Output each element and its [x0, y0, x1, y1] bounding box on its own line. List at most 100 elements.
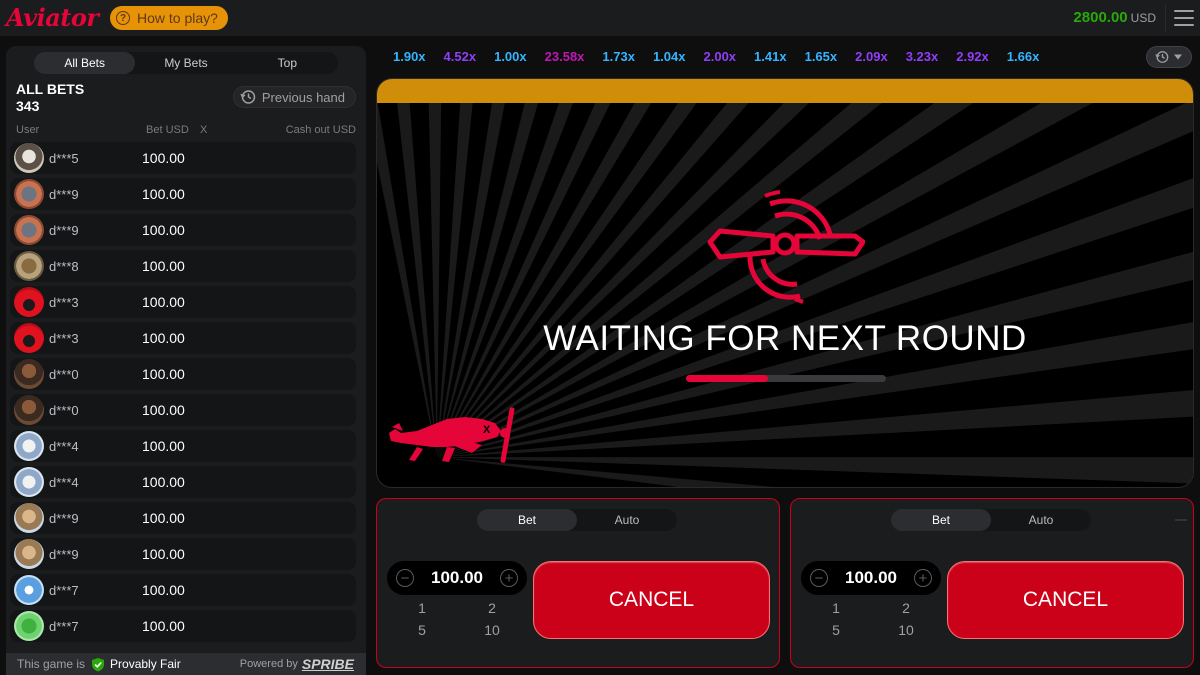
- previous-hand-button[interactable]: Previous hand: [232, 86, 356, 108]
- avatar: [14, 611, 44, 641]
- tab-bet[interactable]: Bet: [477, 509, 577, 531]
- quick-amount-button[interactable]: 5: [801, 621, 871, 639]
- username: d***9: [49, 186, 79, 202]
- multiplier-badge[interactable]: 3.23x: [906, 46, 939, 68]
- multiplier-badge[interactable]: 1.65x: [805, 46, 838, 68]
- username: d***5: [49, 150, 79, 166]
- tab-auto[interactable]: Auto: [577, 509, 677, 531]
- multiplier-badge[interactable]: 1.90x: [393, 46, 426, 68]
- hamburger-menu-icon[interactable]: [1174, 10, 1194, 26]
- tab-my-bets[interactable]: My Bets: [135, 52, 236, 74]
- bet-amount-input[interactable]: 100.00: [845, 568, 897, 588]
- bet-row: d***0 100.00: [10, 358, 356, 390]
- bet-row: d***9 100.00: [10, 538, 356, 570]
- username: d***3: [49, 294, 79, 310]
- plus-icon[interactable]: +: [500, 569, 518, 587]
- quick-amount-button[interactable]: 2: [871, 599, 941, 617]
- cancel-button[interactable]: CANCEL: [947, 561, 1184, 639]
- tab-all-bets[interactable]: All Bets: [34, 52, 136, 74]
- top-bar: Aviator ? How to play? 2800.00 USD: [0, 0, 1200, 36]
- username: d***7: [49, 618, 79, 634]
- avatar: [14, 287, 44, 317]
- svg-text:X: X: [483, 424, 491, 436]
- powered-by: Powered by SPRIBE: [240, 656, 354, 672]
- how-to-play-label: How to play?: [137, 10, 218, 26]
- bet-mode-tabs: Bet Auto: [891, 509, 1091, 531]
- bet-row: d***9 100.00: [10, 214, 356, 246]
- bet-amount: 100.00: [142, 366, 185, 382]
- tab-auto[interactable]: Auto: [991, 509, 1091, 531]
- username: d***7: [49, 582, 79, 598]
- bets-list: d***5 100.00 d***9 100.00 d***9 100.00 d***8 10…: [10, 142, 356, 646]
- bet-amount: 100.00: [142, 294, 185, 310]
- provably-fair-link[interactable]: Provably Fair: [91, 657, 181, 672]
- propeller-loading-icon: [707, 190, 865, 304]
- bets-tabs: All Bets My Bets Top: [34, 52, 338, 74]
- bet-row: d***7 100.00: [10, 574, 356, 606]
- multiplier-badge[interactable]: 23.58x: [545, 46, 585, 68]
- bet-row: d***3 100.00: [10, 286, 356, 318]
- chevron-down-icon: [1174, 54, 1182, 60]
- bet-amount-stepper[interactable]: − 100.00 +: [801, 561, 941, 595]
- quick-amount-button[interactable]: 10: [457, 621, 527, 639]
- username: d***9: [49, 510, 79, 526]
- bet-amount: 100.00: [142, 222, 185, 238]
- multiplier-badge[interactable]: 1.73x: [602, 46, 635, 68]
- bet-amount: 100.00: [142, 474, 185, 490]
- multiplier-badge[interactable]: 2.00x: [704, 46, 737, 68]
- balance-currency: USD: [1130, 11, 1156, 25]
- quick-amount-button[interactable]: 10: [871, 621, 941, 639]
- username: d***9: [49, 546, 79, 562]
- provably-fair-label: Provably Fair: [110, 657, 181, 671]
- multiplier-badge[interactable]: 4.52x: [444, 46, 477, 68]
- history-toggle-button[interactable]: [1146, 46, 1192, 68]
- quick-amount-button[interactable]: 5: [387, 621, 457, 639]
- status-text: WAITING FOR NEXT ROUND: [543, 319, 1027, 358]
- tab-top[interactable]: Top: [237, 52, 338, 74]
- how-to-play-button[interactable]: ? How to play?: [110, 6, 228, 30]
- bet-amount: 100.00: [142, 402, 185, 418]
- divider: [1165, 4, 1166, 32]
- quick-amount-button[interactable]: 2: [457, 599, 527, 617]
- spribe-logo[interactable]: SPRIBE: [302, 656, 354, 672]
- bet-row: d***9 100.00: [10, 178, 356, 210]
- avatar: [14, 431, 44, 461]
- username: d***3: [49, 330, 79, 346]
- background-ray: [436, 457, 1193, 484]
- bet-amount-input[interactable]: 100.00: [431, 568, 483, 588]
- bet-amount: 100.00: [142, 546, 185, 562]
- bet-amount: 100.00: [142, 150, 185, 166]
- footer-prefix: This game is: [17, 657, 86, 671]
- aviator-logo[interactable]: Aviator: [6, 3, 99, 32]
- multiplier-badge[interactable]: 1.41x: [754, 46, 787, 68]
- tab-bet[interactable]: Bet: [891, 509, 991, 531]
- bet-row: d***0 100.00: [10, 394, 356, 426]
- all-bets-count: 343: [16, 98, 40, 114]
- remove-panel-button[interactable]: [1175, 519, 1187, 521]
- bet-amount: 100.00: [142, 618, 185, 634]
- multiplier-badge[interactable]: 1.66x: [1007, 46, 1040, 68]
- quick-amount-button[interactable]: 1: [801, 599, 871, 617]
- minus-icon[interactable]: −: [396, 569, 414, 587]
- previous-hand-label: Previous hand: [261, 89, 345, 105]
- avatar: [14, 539, 44, 569]
- column-x: X: [200, 124, 208, 136]
- username: d***0: [49, 366, 79, 382]
- avatar: [14, 143, 44, 173]
- multiplier-badge[interactable]: 1.00x: [494, 46, 527, 68]
- round-progress-fill: [686, 375, 768, 382]
- minus-icon[interactable]: −: [810, 569, 828, 587]
- bet-amount: 100.00: [142, 438, 185, 454]
- cancel-button[interactable]: CANCEL: [533, 561, 770, 639]
- bet-amount: 100.00: [142, 330, 185, 346]
- bet-amount-stepper[interactable]: − 100.00 +: [387, 561, 527, 595]
- multiplier-badge[interactable]: 2.09x: [855, 46, 888, 68]
- multiplier-badge[interactable]: 2.92x: [956, 46, 989, 68]
- round-progress-bar: [686, 375, 886, 382]
- multiplier-badge[interactable]: 1.04x: [653, 46, 686, 68]
- quick-amount-button[interactable]: 1: [387, 599, 457, 617]
- history-icon: [240, 90, 256, 104]
- plus-icon[interactable]: +: [914, 569, 932, 587]
- footer: This game is Provably Fair Powered by SP…: [6, 653, 366, 675]
- bet-row: d***5 100.00: [10, 142, 356, 174]
